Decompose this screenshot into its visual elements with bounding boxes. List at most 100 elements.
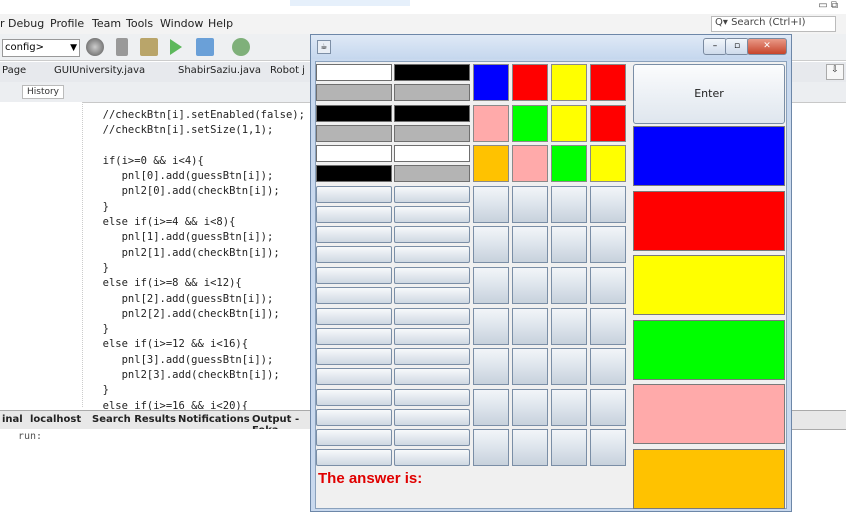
feedback-slot[interactable] — [394, 205, 470, 223]
feedback-slot[interactable] — [316, 205, 392, 223]
tab-robot[interactable]: Robot j — [270, 65, 305, 76]
feedback-slot[interactable] — [316, 226, 392, 244]
feedback-slot[interactable] — [316, 267, 392, 284]
palette-color-red[interactable] — [633, 190, 785, 251]
guess-slot[interactable] — [512, 388, 548, 426]
enter-button[interactable]: Enter — [633, 64, 785, 124]
guess-slot[interactable] — [473, 348, 509, 386]
feedback-slot[interactable] — [316, 449, 392, 467]
tab-list-button[interactable]: ⇩ — [826, 64, 844, 80]
feedback-slot[interactable] — [316, 185, 392, 203]
menu-team[interactable]: Team — [92, 17, 121, 30]
debug-icon[interactable] — [196, 38, 214, 56]
run-icon[interactable] — [170, 39, 182, 55]
feedback-slot[interactable] — [394, 267, 470, 284]
feedback-slot[interactable] — [316, 429, 392, 447]
guess-slot[interactable] — [590, 307, 626, 345]
feedback-slot[interactable] — [394, 185, 470, 203]
guess-slot[interactable] — [590, 267, 626, 304]
config-value: config> — [5, 42, 44, 53]
guess-slot[interactable] — [473, 307, 509, 345]
tab-page[interactable]: Page — [2, 65, 26, 76]
feedback-slot[interactable] — [394, 388, 470, 406]
config-select[interactable]: config> ▼ — [2, 39, 80, 57]
guess-slot[interactable] — [551, 267, 587, 304]
guess-slot[interactable] — [512, 185, 548, 223]
guess-slot[interactable] — [551, 388, 587, 426]
feedback-slot[interactable] — [316, 408, 392, 426]
guess-slot[interactable] — [512, 267, 548, 304]
hammer-icon[interactable] — [116, 38, 128, 56]
guess-slot[interactable] — [512, 307, 548, 345]
tab-notifications[interactable]: Notifications — [178, 414, 250, 425]
tab-shabirsaziu[interactable]: ShabirSaziu.java — [178, 65, 261, 76]
search-input[interactable]: Q▾ Search (Ctrl+I) — [711, 16, 836, 32]
palette-color-orange[interactable] — [633, 449, 785, 509]
guess-slot[interactable] — [590, 185, 626, 223]
guess-slot[interactable] — [512, 429, 548, 467]
chevron-down-icon: ▼ — [70, 43, 77, 53]
tab-search-results[interactable]: Search Results — [92, 414, 176, 425]
code-editor[interactable]: //checkBtn[i].setEnabled(false); //check… — [90, 108, 310, 442]
history-button[interactable]: History — [22, 85, 64, 99]
guess-slot[interactable] — [590, 388, 626, 426]
guess-slot[interactable] — [551, 348, 587, 386]
guess-slot[interactable] — [473, 388, 509, 426]
feedback-slot[interactable] — [394, 408, 470, 426]
guess-slot[interactable] — [512, 348, 548, 386]
tab-terminal[interactable]: inal — [2, 414, 23, 425]
clean-build-icon[interactable] — [140, 38, 158, 56]
palette-color-blue[interactable] — [633, 126, 785, 186]
guess-slot[interactable] — [590, 348, 626, 386]
tab-guiuniversity[interactable]: GUIUniversity.java — [54, 65, 145, 76]
tab-localhost[interactable]: localhost — [30, 414, 81, 425]
guess-slot[interactable] — [590, 226, 626, 264]
guess-slot[interactable] — [473, 226, 509, 264]
feedback-slot[interactable] — [394, 307, 470, 325]
feedback-slot[interactable] — [394, 368, 470, 386]
menu-window[interactable]: Window — [160, 17, 203, 30]
bottom-tabs: inal localhost Search Results Notificati… — [0, 410, 310, 436]
guess-slot[interactable] — [551, 185, 587, 223]
code-line: else if(i>=12 && i<16){ — [90, 338, 249, 351]
guess-slot[interactable] — [512, 226, 548, 264]
guess-slot[interactable] — [473, 267, 509, 304]
feedback-slot[interactable] — [316, 246, 392, 264]
palette-color-green[interactable] — [633, 319, 785, 380]
guess-slot[interactable] — [473, 185, 509, 223]
menu-profile[interactable]: Profile — [50, 17, 84, 30]
menu-help[interactable]: Help — [208, 17, 233, 30]
code-line: pnl[1].add(guessBtn[i]); — [90, 231, 274, 244]
globe-icon[interactable] — [86, 38, 104, 56]
guess-slot[interactable] — [551, 429, 587, 467]
feedback-slot[interactable] — [316, 307, 392, 325]
maximize-button[interactable]: ▫ — [725, 38, 749, 55]
guess-slot[interactable] — [473, 429, 509, 467]
feedback-slot[interactable] — [394, 348, 470, 366]
feedback-slot[interactable] — [394, 327, 470, 345]
guess-slot[interactable] — [590, 429, 626, 467]
profile-icon[interactable] — [232, 38, 250, 56]
feedback-slot[interactable] — [316, 348, 392, 366]
feedback-slot[interactable] — [394, 449, 470, 467]
menu-tools[interactable]: Tools — [126, 17, 153, 30]
ide-window-buttons[interactable]: ▭ ⧉ — [818, 0, 838, 11]
guess-slot[interactable] — [551, 226, 587, 264]
minimize-button[interactable]: – — [703, 38, 727, 55]
feedback-slot[interactable] — [394, 429, 470, 447]
feedback-slot[interactable] — [316, 388, 392, 406]
feedback-slot[interactable] — [316, 287, 392, 304]
palette-color-yellow[interactable] — [633, 255, 785, 316]
feedback-slot[interactable] — [316, 327, 392, 345]
feedback-peg — [316, 84, 392, 101]
feedback-slot[interactable] — [316, 368, 392, 386]
code-line: if(i>=0 && i<4){ — [90, 154, 204, 167]
code-line: } — [90, 261, 109, 274]
menu-debug[interactable]: Debug — [8, 17, 44, 30]
feedback-slot[interactable] — [394, 287, 470, 304]
feedback-slot[interactable] — [394, 246, 470, 264]
guess-slot[interactable] — [551, 307, 587, 345]
feedback-slot[interactable] — [394, 226, 470, 244]
palette-color-pink[interactable] — [633, 384, 785, 445]
close-button[interactable]: ✕ — [747, 38, 787, 55]
